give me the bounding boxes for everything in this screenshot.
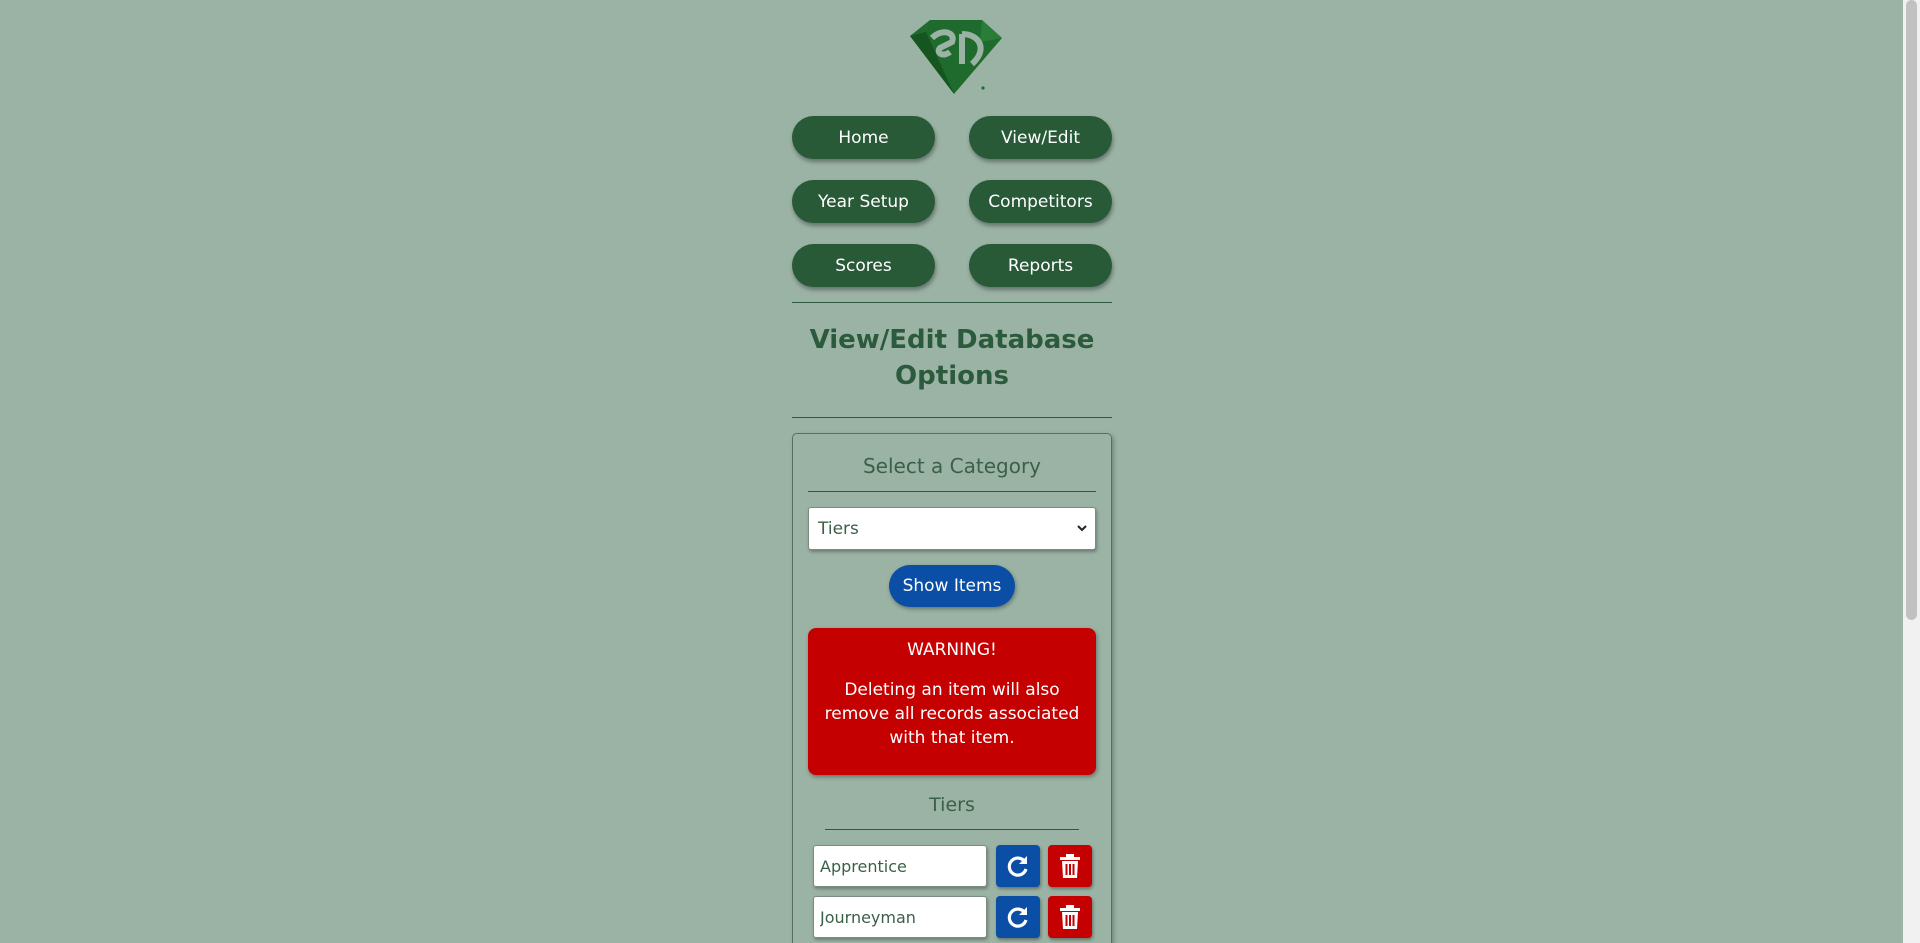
update-item-button[interactable] — [996, 845, 1040, 887]
nav-scores-button[interactable]: Scores — [792, 244, 935, 287]
list-divider — [825, 829, 1079, 830]
page-title-line2: Options — [895, 361, 1009, 391]
scrollbar-thumb[interactable] — [1906, 0, 1917, 620]
items-list-heading: Tiers — [929, 794, 975, 816]
show-items-button[interactable]: Show Items — [889, 565, 1015, 607]
divider — [792, 302, 1112, 303]
chevron-down-icon — [1077, 525, 1087, 532]
page: Home View/Edit Year Setup Competitors Sc… — [0, 0, 1920, 943]
item-name-input[interactable] — [813, 845, 987, 887]
divider — [792, 417, 1112, 418]
warning-box: WARNING! Deleting an item will also remo… — [808, 628, 1096, 775]
item-name-input[interactable] — [813, 896, 987, 938]
delete-item-button[interactable] — [1048, 896, 1092, 938]
card-divider — [808, 491, 1096, 492]
category-card: Select a Category Tiers Show Items WARNI… — [792, 433, 1112, 943]
page-scrollbar[interactable] — [1903, 0, 1920, 943]
nav-home-button[interactable]: Home — [792, 116, 935, 159]
category-select[interactable]: Tiers — [808, 507, 1096, 550]
page-title: View/Edit Database Options — [792, 322, 1112, 394]
logo — [902, 18, 1006, 96]
warning-text: Deleting an item will also remove all re… — [824, 680, 1080, 748]
page-title-line1: View/Edit Database — [809, 325, 1095, 355]
refresh-icon — [1007, 856, 1028, 877]
nav-year-setup-button[interactable]: Year Setup — [792, 180, 935, 223]
category-select-value: Tiers — [818, 518, 859, 539]
update-item-button[interactable] — [996, 896, 1040, 938]
delete-item-button[interactable] — [1048, 845, 1092, 887]
nav-competitors-button[interactable]: Competitors — [969, 180, 1112, 223]
trash-icon — [1060, 905, 1080, 929]
nav-reports-button[interactable]: Reports — [969, 244, 1112, 287]
refresh-icon — [1007, 907, 1028, 928]
list-item — [813, 845, 1103, 887]
category-heading: Select a Category — [862, 454, 1042, 478]
sd-diamond-logo-icon — [910, 20, 1002, 94]
warning-title: WARNING! — [907, 640, 997, 660]
nav-view-edit-button[interactable]: View/Edit — [969, 116, 1112, 159]
trash-icon — [1060, 854, 1080, 878]
list-item — [813, 896, 1103, 938]
